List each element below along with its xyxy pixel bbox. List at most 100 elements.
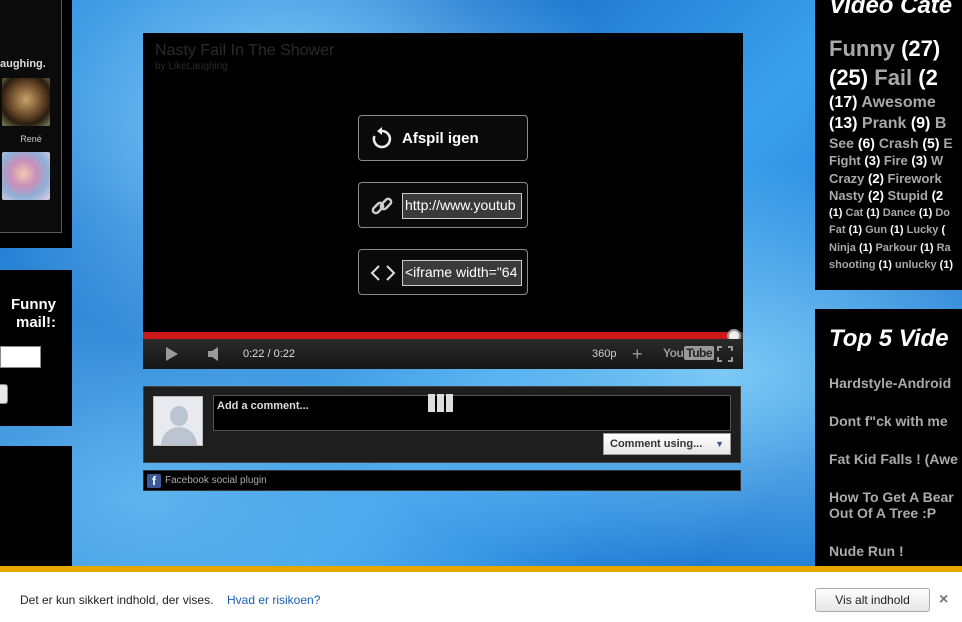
- replay-button[interactable]: Afspil igen: [358, 115, 528, 161]
- top5-item[interactable]: Fat Kid Falls ! (Awe: [829, 451, 962, 467]
- recent-users-panel: aughing. René: [0, 0, 62, 233]
- top5-item[interactable]: Hardstyle-Android: [829, 375, 962, 391]
- category-tag-link[interactable]: W: [931, 153, 943, 168]
- progress-bar[interactable]: [143, 332, 743, 339]
- top5-list: Hardstyle-Android Dont f"ck with me Fat …: [829, 375, 962, 581]
- category-count: (1): [918, 206, 936, 219]
- category-tag-link[interactable]: Cat: [846, 207, 867, 219]
- top5-item[interactable]: Dont f"ck with me: [829, 413, 962, 429]
- facebook-plugin-bar: f Facebook social plugin: [143, 470, 741, 491]
- category-count: (3): [864, 153, 884, 168]
- loading-icon: [428, 394, 455, 417]
- category-tag-link[interactable]: Parkour: [875, 242, 920, 254]
- category-count: (5): [922, 135, 944, 151]
- embed-code-icon: [369, 260, 396, 286]
- tag-row: Crazy (2) Firework: [829, 170, 962, 188]
- category-tag-link[interactable]: Prank: [862, 115, 911, 132]
- category-count: (3): [911, 153, 931, 168]
- subscribe-title-line2: mail!:: [15, 314, 56, 331]
- category-tag-link[interactable]: Crazy: [829, 171, 868, 186]
- watch-later-plus-icon[interactable]: +: [632, 344, 643, 365]
- category-count: (2: [931, 188, 944, 203]
- fullscreen-icon[interactable]: [717, 346, 733, 365]
- category-count: (13): [829, 115, 862, 132]
- categories-heading: Video Cate: [829, 0, 953, 19]
- category-tag-link[interactable]: Crash: [879, 135, 923, 151]
- youtube-logo[interactable]: You Tube: [663, 346, 715, 360]
- category-count: (1): [848, 224, 866, 236]
- tag-row: Fat (1) Gun (1) Lucky (: [829, 222, 962, 240]
- share-url-field[interactable]: http://www.youtub: [402, 193, 522, 219]
- category-tag-link[interactable]: Gun: [865, 224, 890, 236]
- tag-row: Ninja (1) Parkour (1) Ra: [829, 240, 962, 258]
- tag-row: Funny (27): [829, 34, 962, 63]
- tag-row: Nasty (2) Stupid (2: [829, 187, 962, 205]
- category-tag-link[interactable]: Dance: [883, 207, 919, 219]
- category-tag-link[interactable]: Ninja: [829, 242, 859, 254]
- category-tag-link[interactable]: Do: [935, 207, 950, 219]
- volume-icon[interactable]: [207, 346, 223, 365]
- video-title[interactable]: Nasty Fail In The Shower: [155, 42, 334, 60]
- tag-row: (1) Cat (1) Dance (1) Do: [829, 205, 962, 223]
- category-tag-link[interactable]: B: [935, 115, 947, 132]
- comment-using-dropdown[interactable]: Comment using... ▼: [603, 433, 731, 455]
- category-tag-link[interactable]: Funny: [829, 36, 901, 61]
- tag-row: shooting (1) unlucky (1): [829, 257, 962, 275]
- category-tag-link[interactable]: Stupid: [888, 188, 932, 203]
- logo-you: You: [663, 346, 684, 360]
- category-count: (1): [920, 241, 937, 254]
- tag-row: (13) Prank (9) B: [829, 113, 962, 134]
- category-count: (9): [910, 115, 935, 132]
- tag-row: (17) Awesome: [829, 92, 962, 113]
- facebook-plugin-label[interactable]: Facebook social plugin: [165, 475, 267, 486]
- category-count: (1): [829, 206, 846, 219]
- category-count: (27): [901, 36, 941, 61]
- category-tag-link[interactable]: Fire: [884, 153, 911, 168]
- time-display: 0:22 / 0:22: [243, 348, 295, 360]
- top5-item[interactable]: How To Get A Bear Out Of A Tree :P: [829, 489, 962, 521]
- category-tag-link[interactable]: Fat: [829, 224, 849, 236]
- play-icon[interactable]: [165, 346, 179, 365]
- replay-label: Afspil igen: [402, 130, 479, 147]
- top5-item[interactable]: Nude Run !: [829, 543, 962, 559]
- video-player[interactable]: Nasty Fail In The Shower by LikeLaughing…: [143, 33, 743, 369]
- embed-code-field[interactable]: <iframe width="64: [402, 260, 522, 286]
- tag-row: Fight (3) Fire (3) W: [829, 152, 962, 170]
- category-count: (1): [878, 259, 895, 271]
- replay-icon: [369, 126, 395, 152]
- subscribe-email-input[interactable]: [0, 346, 41, 368]
- tag-row: See (6) Crash (5) E: [829, 134, 962, 152]
- category-count: (17): [829, 94, 862, 111]
- quality-button[interactable]: 360p: [592, 348, 616, 360]
- category-tag-link[interactable]: Lucky: [907, 224, 942, 236]
- category-tag-link[interactable]: E: [943, 135, 952, 151]
- category-tag-link[interactable]: Firework: [888, 171, 942, 186]
- facebook-icon[interactable]: f: [147, 474, 161, 488]
- category-tag-link[interactable]: Awesome: [861, 94, 935, 111]
- comment-input[interactable]: Add a comment...: [213, 395, 731, 431]
- user-name-rene[interactable]: René: [0, 134, 62, 144]
- category-tag-link[interactable]: unlucky: [895, 259, 940, 271]
- player-controls: 0:22 / 0:22 360p + You Tube: [143, 339, 743, 369]
- subscribe-title-line1: Funny: [11, 296, 56, 313]
- user-avatar-2[interactable]: [2, 152, 50, 200]
- close-icon[interactable]: ×: [939, 591, 948, 609]
- chevron-down-icon: ▼: [715, 439, 724, 449]
- category-tag-link[interactable]: See: [829, 135, 858, 151]
- category-tag-link[interactable]: Nasty: [829, 188, 868, 203]
- video-byline[interactable]: by LikeLaughing: [155, 61, 228, 72]
- user-avatar-rene[interactable]: [2, 78, 50, 126]
- category-tag-link[interactable]: shooting: [829, 259, 879, 271]
- category-tag-link[interactable]: Fight: [829, 153, 864, 168]
- category-count: (2: [918, 65, 938, 90]
- progress-fill: [143, 332, 727, 339]
- show-all-content-button[interactable]: Vis alt indhold: [815, 588, 930, 612]
- categories-box: Video Cate Funny (27) (25) Fail (2 (17) Aw…: [815, 0, 962, 290]
- category-tag-link[interactable]: Ra: [937, 242, 951, 254]
- risk-info-link[interactable]: Hvad er risikoen?: [227, 593, 320, 607]
- logo-tube: Tube: [684, 346, 715, 360]
- category-tag-link[interactable]: Fail: [874, 65, 918, 90]
- comment-using-label: Comment using...: [610, 438, 703, 450]
- category-count: (6): [857, 135, 879, 151]
- subscribe-button[interactable]: [0, 384, 8, 404]
